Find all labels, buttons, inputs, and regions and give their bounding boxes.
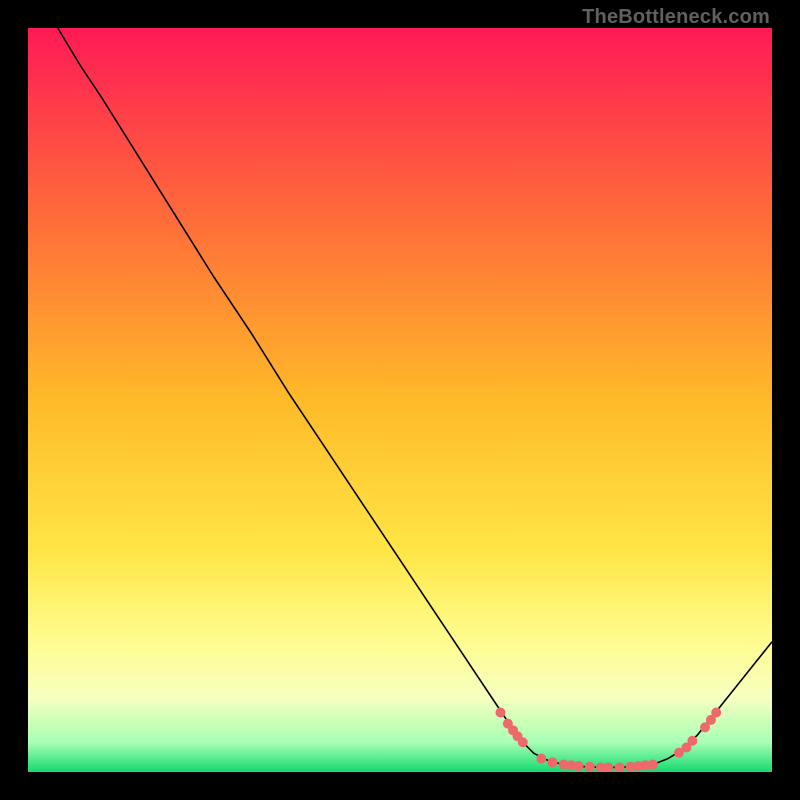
- curve-marker: [585, 762, 595, 772]
- plot-area: [28, 28, 772, 772]
- watermark-text: TheBottleneck.com: [582, 6, 770, 29]
- chart-svg: [28, 28, 772, 772]
- curve-marker: [711, 707, 721, 717]
- curve-marker: [495, 707, 505, 717]
- curve-marker: [536, 754, 546, 764]
- curve-marker: [648, 760, 658, 770]
- chart-frame: TheBottleneck.com: [0, 0, 800, 800]
- curve-marker: [548, 757, 558, 767]
- curve-marker: [574, 761, 584, 771]
- curve-marker: [687, 736, 697, 746]
- curve-marker: [518, 737, 528, 747]
- gradient-background: [28, 28, 772, 772]
